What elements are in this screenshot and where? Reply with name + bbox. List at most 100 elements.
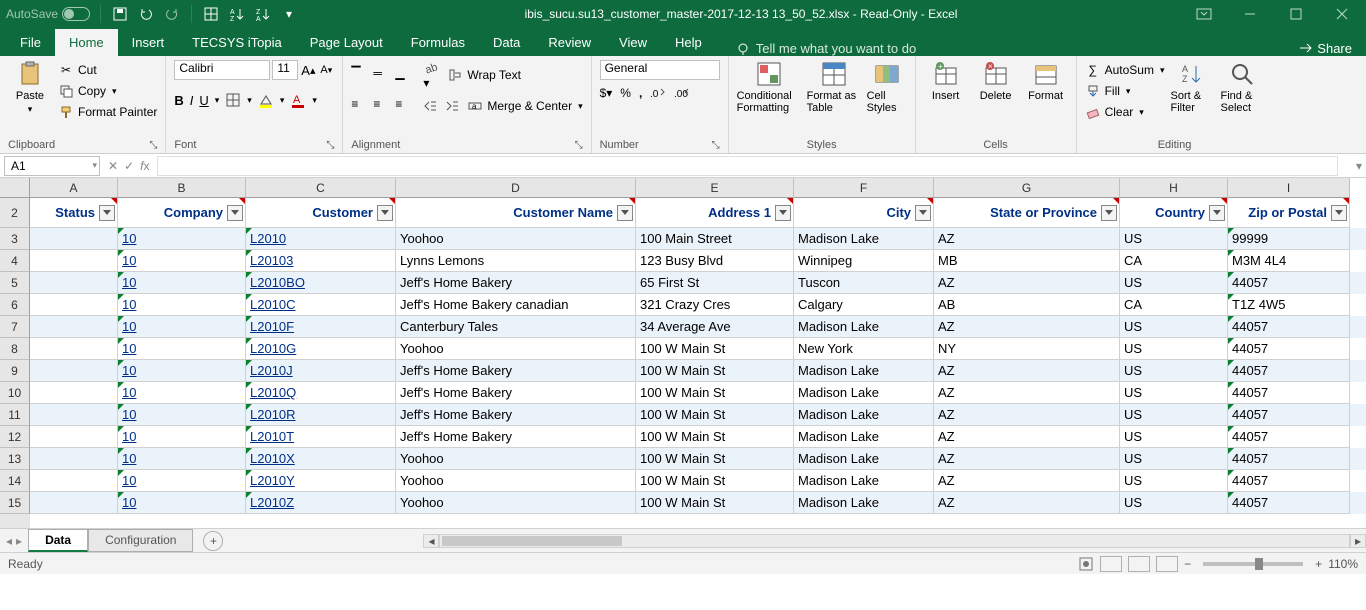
align-bottom-icon[interactable]: ▁ xyxy=(395,66,415,84)
paste-button[interactable]: Paste▾ xyxy=(8,60,52,115)
table-cell[interactable]: AZ xyxy=(934,272,1120,294)
table-cell[interactable]: 10 xyxy=(118,228,246,250)
table-cell[interactable]: 44057 xyxy=(1228,382,1350,404)
table-cell[interactable]: 44057 xyxy=(1228,316,1350,338)
clipboard-dialog-icon[interactable]: ⤡ xyxy=(149,140,157,151)
increase-decimal-icon[interactable]: .0 xyxy=(650,86,666,100)
row-header[interactable]: 10 xyxy=(0,382,30,404)
align-middle-icon[interactable]: ═ xyxy=(373,66,393,84)
undo-icon[interactable] xyxy=(137,5,155,23)
table-cell[interactable]: 123 Busy Blvd xyxy=(636,250,794,272)
column-header[interactable]: H xyxy=(1120,178,1228,198)
font-size-combo[interactable]: 11 xyxy=(272,60,298,80)
table-cell[interactable]: 44057 xyxy=(1228,338,1350,360)
table-cell[interactable]: 10 xyxy=(118,492,246,514)
qat-customise-icon[interactable]: ▾ xyxy=(280,5,298,23)
tab-view[interactable]: View xyxy=(605,29,661,56)
table-cell[interactable]: AZ xyxy=(934,404,1120,426)
table-header-cell[interactable]: Country xyxy=(1120,198,1228,228)
table-cell[interactable] xyxy=(30,492,118,514)
row-header[interactable]: 4 xyxy=(0,250,30,272)
table-cell[interactable]: Jeff's Home Bakery xyxy=(396,360,636,382)
row-header[interactable]: 15 xyxy=(0,492,30,514)
table-cell[interactable]: L20103 xyxy=(246,250,396,272)
decrease-decimal-icon[interactable]: .00 xyxy=(674,86,690,100)
table-cell[interactable]: Madison Lake xyxy=(794,404,934,426)
filter-button[interactable] xyxy=(1101,205,1117,221)
hscroll-track[interactable] xyxy=(439,534,1350,548)
table-cell[interactable]: Jeff's Home Bakery xyxy=(396,404,636,426)
table-cell[interactable]: 99999 xyxy=(1228,228,1350,250)
table-cell[interactable]: US xyxy=(1120,272,1228,294)
table-cell[interactable]: Jeff's Home Bakery canadian xyxy=(396,294,636,316)
table-cell[interactable]: L2010Y xyxy=(246,470,396,492)
table-cell[interactable]: 10 xyxy=(118,404,246,426)
decrease-indent-icon[interactable] xyxy=(423,99,437,113)
table-cell[interactable]: US xyxy=(1120,382,1228,404)
table-cell[interactable]: L2010Z xyxy=(246,492,396,514)
minimize-icon[interactable] xyxy=(1230,1,1270,27)
table-header-cell[interactable]: Customer xyxy=(246,198,396,228)
table-cell[interactable] xyxy=(30,294,118,316)
copy-button[interactable]: Copy▾ xyxy=(58,81,157,101)
percent-icon[interactable]: % xyxy=(620,86,631,100)
row-header[interactable]: 11 xyxy=(0,404,30,426)
select-all-corner[interactable] xyxy=(0,178,30,198)
table-cell[interactable]: US xyxy=(1120,448,1228,470)
row-header[interactable]: 9 xyxy=(0,360,30,382)
column-header[interactable]: B xyxy=(118,178,246,198)
align-right-icon[interactable]: ≡ xyxy=(395,97,415,115)
column-header[interactable]: E xyxy=(636,178,794,198)
redo-icon[interactable] xyxy=(163,5,181,23)
hscroll-left-icon[interactable]: ◂ xyxy=(423,534,439,548)
font-name-combo[interactable]: Calibri xyxy=(174,60,270,80)
ribbon-options-icon[interactable] xyxy=(1184,1,1224,27)
comma-icon[interactable]: , xyxy=(639,86,642,100)
filter-button[interactable] xyxy=(377,205,393,221)
table-cell[interactable]: AZ xyxy=(934,448,1120,470)
table-cell[interactable]: 100 W Main St xyxy=(636,382,794,404)
table-cell[interactable]: Calgary xyxy=(794,294,934,316)
fill-color-button[interactable] xyxy=(258,92,274,108)
table-cell[interactable]: New York xyxy=(794,338,934,360)
table-cell[interactable] xyxy=(30,272,118,294)
zoom-slider[interactable] xyxy=(1203,562,1303,566)
table-cell[interactable]: 44057 xyxy=(1228,272,1350,294)
tab-formulas[interactable]: Formulas xyxy=(397,29,479,56)
table-cell[interactable]: 34 Average Ave xyxy=(636,316,794,338)
table-cell[interactable]: Tuscon xyxy=(794,272,934,294)
align-left-icon[interactable]: ≡ xyxy=(351,97,371,115)
table-cell[interactable]: Madison Lake xyxy=(794,426,934,448)
table-cell[interactable]: 44057 xyxy=(1228,448,1350,470)
tab-insert[interactable]: Insert xyxy=(118,29,179,56)
normal-view-icon[interactable] xyxy=(1100,556,1122,572)
column-header[interactable]: F xyxy=(794,178,934,198)
format-cells-button[interactable]: Format xyxy=(1024,60,1068,102)
clear-button[interactable]: Clear▾ xyxy=(1085,102,1165,122)
autosum-button[interactable]: ∑AutoSum▾ xyxy=(1085,60,1165,80)
table-cell[interactable]: US xyxy=(1120,404,1228,426)
underline-button[interactable]: U xyxy=(199,93,208,108)
table-cell[interactable] xyxy=(30,470,118,492)
row-header[interactable]: 8 xyxy=(0,338,30,360)
table-cell[interactable]: US xyxy=(1120,426,1228,448)
table-cell[interactable]: Yoohoo xyxy=(396,228,636,250)
table-cell[interactable]: NY xyxy=(934,338,1120,360)
tab-review[interactable]: Review xyxy=(534,29,605,56)
filter-button[interactable] xyxy=(1331,205,1347,221)
table-cell[interactable]: 100 W Main St xyxy=(636,338,794,360)
table-cell[interactable]: 10 xyxy=(118,426,246,448)
table-cell[interactable]: M3M 4L4 xyxy=(1228,250,1350,272)
table-cell[interactable]: US xyxy=(1120,228,1228,250)
table-cell[interactable]: 10 xyxy=(118,338,246,360)
table-cell[interactable] xyxy=(30,228,118,250)
table-cell[interactable]: MB xyxy=(934,250,1120,272)
row-header[interactable]: 3 xyxy=(0,228,30,250)
table-cell[interactable]: L2010G xyxy=(246,338,396,360)
cut-button[interactable]: ✂Cut xyxy=(58,60,157,80)
table-cell[interactable]: CA xyxy=(1120,294,1228,316)
row-header[interactable]: 5 xyxy=(0,272,30,294)
table-cell[interactable]: Madison Lake xyxy=(794,316,934,338)
autosave-toggle[interactable]: AutoSave xyxy=(6,7,90,21)
spreadsheet-grid[interactable]: 23456789101112131415 ABCDEFGHI StatusCom… xyxy=(0,178,1366,528)
